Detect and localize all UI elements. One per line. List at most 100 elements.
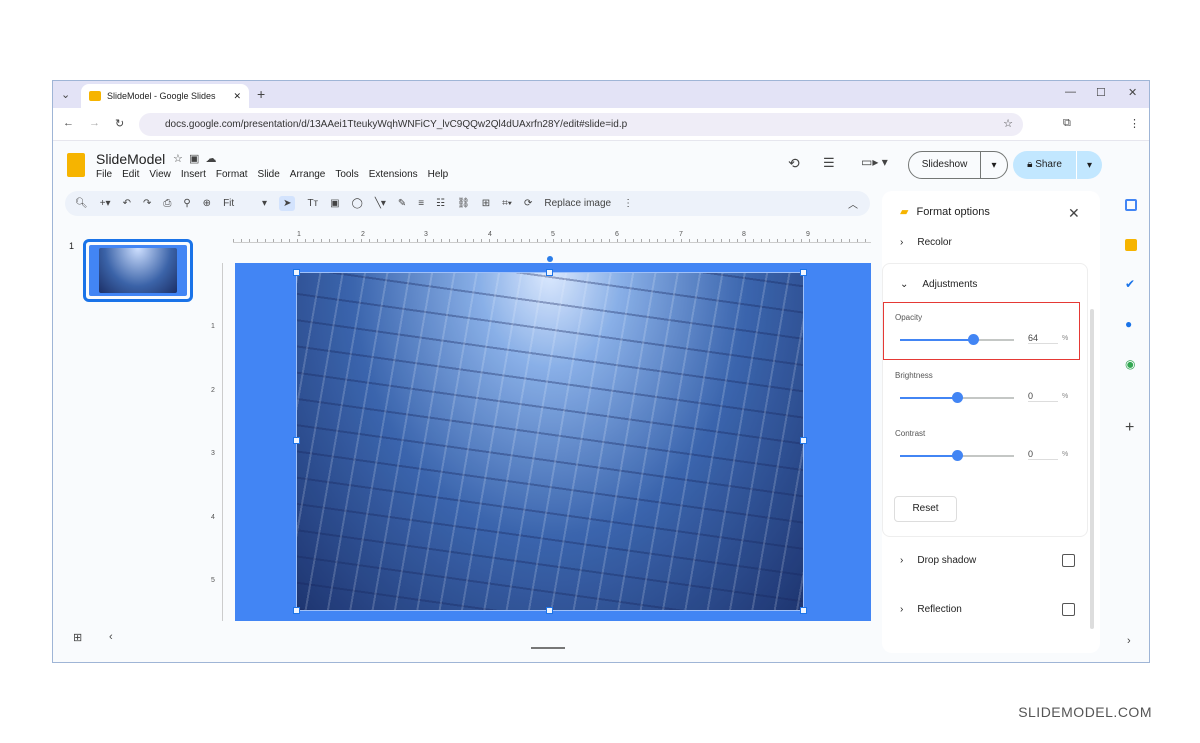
panel-scrollbar[interactable] xyxy=(1090,309,1094,629)
comments-icon[interactable]: ☰ xyxy=(823,155,835,171)
comment-add-icon[interactable]: ⊞ xyxy=(482,198,490,209)
recolor-section[interactable]: › Recolor xyxy=(900,237,952,248)
slide-thumbnail[interactable] xyxy=(83,239,193,302)
line-icon[interactable]: ╲▾ xyxy=(375,198,386,209)
zoom-value: Fit xyxy=(223,198,235,209)
resize-handle[interactable] xyxy=(800,607,807,614)
image-icon[interactable]: ▣ xyxy=(330,198,339,209)
star-icon[interactable]: ☆ ▣ ☁ xyxy=(173,152,216,165)
link-icon[interactable]: ⛓ xyxy=(457,198,470,209)
resize-handle[interactable] xyxy=(800,437,807,444)
menu-edit[interactable]: Edit xyxy=(122,169,139,180)
minimize-icon[interactable]: — xyxy=(1065,86,1076,98)
text-box-icon[interactable]: Tт xyxy=(307,198,318,209)
tasks-icon[interactable]: ✔ xyxy=(1125,277,1135,291)
resize-handle[interactable] xyxy=(546,269,553,276)
menu-arrange[interactable]: Arrange xyxy=(290,169,326,180)
bookmark-star-icon[interactable]: ☆ xyxy=(1003,113,1013,136)
opacity-slider[interactable] xyxy=(900,334,1014,345)
menu-help[interactable]: Help xyxy=(428,169,449,180)
search-menus-icon[interactable]: 🔍︎ xyxy=(75,198,88,209)
slider-thumb[interactable] xyxy=(967,334,979,345)
close-tab-icon[interactable]: ✕ xyxy=(233,91,241,102)
shape-icon[interactable]: ◯ xyxy=(352,198,363,209)
redo-icon[interactable]: ↷ xyxy=(143,198,151,209)
share-button[interactable]: 🔒︎ Share ▾ xyxy=(1013,151,1102,179)
collapse-filmstrip-icon[interactable]: ‹ xyxy=(109,631,113,643)
close-panel-icon[interactable]: ✕ xyxy=(1068,205,1080,222)
paint-format-icon[interactable]: ⚲ xyxy=(183,198,190,209)
menu-slide[interactable]: Slide xyxy=(258,169,280,180)
drop-shadow-checkbox[interactable] xyxy=(1062,554,1075,567)
maps-icon[interactable]: ◉ xyxy=(1125,357,1135,371)
rotate-handle[interactable] xyxy=(547,256,553,262)
border-dash-icon[interactable]: ☷ xyxy=(436,198,445,209)
meet-icon[interactable]: ▭▸ ▾ xyxy=(861,155,888,169)
drop-shadow-section[interactable]: › Drop shadow xyxy=(900,555,976,566)
select-icon[interactable]: ➤ xyxy=(279,196,296,211)
browser-menu-icon[interactable]: ⋮ xyxy=(1129,117,1140,130)
slide-canvas[interactable] xyxy=(235,256,871,621)
forward-icon[interactable]: → xyxy=(89,117,100,129)
url-input[interactable]: docs.google.com/presentation/d/13AAei1Tt… xyxy=(139,113,1023,136)
extensions-icon[interactable]: ⧉ xyxy=(1063,117,1071,130)
reset-button[interactable]: Reset xyxy=(894,496,957,522)
undo-icon[interactable]: ↶ xyxy=(123,198,131,209)
slideshow-dropdown-icon[interactable]: ▾ xyxy=(981,160,1007,171)
menu-extensions[interactable]: Extensions xyxy=(369,169,418,180)
print-icon[interactable]: ⎙ xyxy=(163,198,171,209)
browser-tab[interactable]: SlideModel - Google Slides ✕ xyxy=(81,84,249,108)
brightness-slider[interactable] xyxy=(900,392,1014,403)
menu-format[interactable]: Format xyxy=(216,169,248,180)
slider-thumb[interactable] xyxy=(952,450,963,461)
contacts-icon[interactable]: ● xyxy=(1125,317,1132,331)
version-history-icon[interactable]: ⟲ xyxy=(788,155,800,172)
back-icon[interactable]: ← xyxy=(63,117,74,129)
reflection-section[interactable]: › Reflection xyxy=(900,604,962,615)
slides-logo[interactable] xyxy=(67,153,85,177)
keep-icon[interactable] xyxy=(1125,239,1137,251)
resize-handle[interactable] xyxy=(293,269,300,276)
share-dropdown-icon[interactable]: ▾ xyxy=(1077,160,1102,171)
reflection-checkbox[interactable] xyxy=(1062,603,1075,616)
opacity-input[interactable]: 64 xyxy=(1028,333,1058,344)
slideshow-button[interactable]: Slideshow ▾ xyxy=(908,151,1008,179)
tab-list-icon[interactable]: ⌄ xyxy=(61,88,70,101)
replace-image-button[interactable]: Replace image xyxy=(544,198,611,209)
notes-drag-handle[interactable] xyxy=(531,647,565,649)
slider-thumb[interactable] xyxy=(952,392,963,403)
zoom-icon[interactable]: ⊕ xyxy=(203,198,211,209)
more-icon[interactable]: ⋮ xyxy=(623,198,633,209)
contrast-slider[interactable] xyxy=(900,450,1014,461)
resize-handle[interactable] xyxy=(293,607,300,614)
share-label: Share xyxy=(1035,159,1062,170)
doc-title[interactable]: SlideModel xyxy=(96,151,165,167)
maximize-icon[interactable]: ☐ xyxy=(1096,86,1106,99)
zoom-select[interactable]: Fit ▾ xyxy=(223,198,267,209)
reload-icon[interactable]: ↻ xyxy=(115,117,124,130)
close-window-icon[interactable]: ✕ xyxy=(1128,86,1137,99)
resize-handle[interactable] xyxy=(293,437,300,444)
new-tab-icon[interactable]: + xyxy=(257,86,265,102)
new-slide-icon[interactable]: +▾ xyxy=(100,198,111,209)
reset-image-icon[interactable]: ⟳ xyxy=(524,198,532,209)
menu-view[interactable]: View xyxy=(149,169,171,180)
add-addon-icon[interactable]: + xyxy=(1125,419,1134,437)
menu-file[interactable]: File xyxy=(96,169,112,180)
building-image[interactable] xyxy=(293,256,807,614)
ruler-label: 2 xyxy=(211,387,215,394)
crop-icon[interactable]: ⌗▾ xyxy=(502,198,512,209)
pen-icon[interactable]: ✎ xyxy=(398,198,406,209)
resize-handle[interactable] xyxy=(800,269,807,276)
brightness-input[interactable]: 0 xyxy=(1028,391,1058,402)
resize-handle[interactable] xyxy=(546,607,553,614)
border-weight-icon[interactable]: ≡ xyxy=(418,198,424,209)
collapse-toolbar-icon[interactable]: ︿ xyxy=(848,196,858,211)
adjustments-header[interactable]: ⌄ Adjustments xyxy=(900,279,977,290)
menu-tools[interactable]: Tools xyxy=(335,169,358,180)
calendar-icon[interactable] xyxy=(1125,199,1137,211)
menu-insert[interactable]: Insert xyxy=(181,169,206,180)
expand-side-panel-icon[interactable]: › xyxy=(1127,635,1131,647)
grid-view-icon[interactable]: ⊞ xyxy=(73,631,82,644)
contrast-input[interactable]: 0 xyxy=(1028,449,1058,460)
